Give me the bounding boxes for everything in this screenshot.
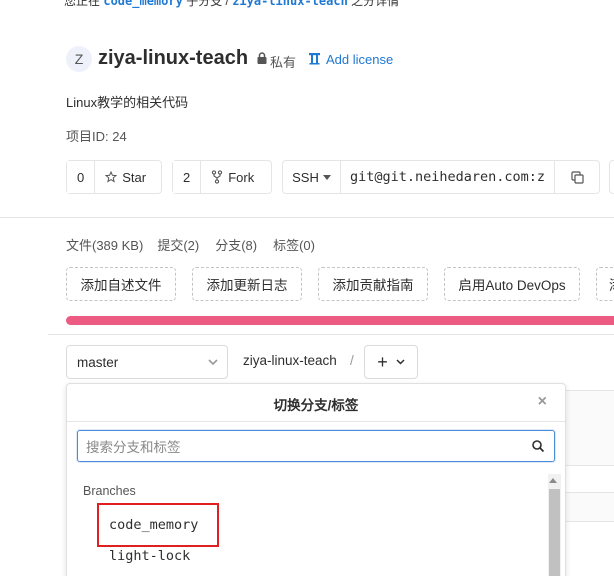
download-button[interactable] xyxy=(609,160,614,194)
divider xyxy=(0,217,614,218)
files-stat[interactable]: 文件(389 KB) xyxy=(66,235,143,254)
close-icon[interactable]: × xyxy=(538,393,547,411)
top-notice: 您正在 code_memory 子分支 / ziya-linux-teach 之… xyxy=(64,0,400,8)
copy-button[interactable] xyxy=(555,161,599,193)
caret-down-icon xyxy=(322,174,331,180)
more-action-button[interactable]: 添 xyxy=(596,267,614,301)
add-changelog-button[interactable]: 添加更新日志 xyxy=(192,267,302,301)
background-row xyxy=(564,492,614,522)
fork-group: 2 Fork xyxy=(172,160,272,194)
branches-section-label: Branches xyxy=(83,484,136,498)
plus-icon: + xyxy=(377,352,388,372)
commits-stat[interactable]: 提交(2) xyxy=(157,235,199,254)
branch-dropdown: 切换分支/标签 × 搜索分支和标签 Branches code_memory l… xyxy=(66,383,566,576)
search-icon xyxy=(532,440,545,453)
branches-stat[interactable]: 分支(8) xyxy=(215,235,257,254)
branch-select[interactable]: master xyxy=(66,345,228,379)
add-readme-button[interactable]: 添加自述文件 xyxy=(66,267,176,301)
divider xyxy=(48,334,614,335)
breadcrumb-project[interactable]: ziya-linux-teach xyxy=(243,353,337,368)
star-group: 0 Star xyxy=(66,160,162,194)
fork-button[interactable]: Fork xyxy=(201,161,264,193)
scale-icon xyxy=(309,53,320,65)
dropdown-title: 切换分支/标签 xyxy=(273,398,359,413)
protocol-dropdown[interactable]: SSH xyxy=(283,161,341,193)
tags-stat[interactable]: 标签(0) xyxy=(273,235,315,254)
scroll-up-icon[interactable] xyxy=(549,478,557,483)
fork-icon xyxy=(212,170,223,184)
divider xyxy=(67,421,565,422)
breadcrumb-separator: / xyxy=(350,353,354,368)
chevron-down-icon xyxy=(396,359,405,365)
clone-url-field[interactable]: git@git.neihedaren.com:z xyxy=(341,161,555,193)
visibility-label: 私有 xyxy=(270,55,297,70)
language-bar xyxy=(66,316,614,325)
branch-search-input[interactable]: 搜索分支和标签 xyxy=(77,430,555,462)
copy-icon xyxy=(570,170,584,184)
clone-group: SSH git@git.neihedaren.com:z xyxy=(282,160,600,194)
add-file-dropdown[interactable]: + xyxy=(364,345,418,379)
add-contributing-button[interactable]: 添加贡献指南 xyxy=(318,267,428,301)
highlight-box xyxy=(97,503,219,547)
fork-count[interactable]: 2 xyxy=(173,161,202,193)
add-license-link[interactable]: Add license xyxy=(326,52,393,67)
lock-icon xyxy=(257,52,267,64)
scrollbar-thumb[interactable] xyxy=(549,489,560,576)
project-stats: 文件(389 KB) 提交(2) 分支(8) 标签(0) xyxy=(66,235,315,254)
project-id: 项目ID: 24 xyxy=(66,129,127,144)
branch-item-light-lock[interactable]: light-lock xyxy=(109,548,190,564)
star-button[interactable]: Star xyxy=(95,161,156,193)
background-panel xyxy=(564,390,614,466)
project-description: Linux教学的相关代码 xyxy=(66,95,189,110)
project-avatar: Z xyxy=(66,46,92,72)
star-icon xyxy=(105,171,118,183)
star-count[interactable]: 0 xyxy=(67,161,96,193)
project-title[interactable]: ziya-linux-teach xyxy=(98,47,248,70)
chevron-down-icon xyxy=(208,359,218,366)
enable-autodevops-button[interactable]: 启用Auto DevOps xyxy=(444,267,580,301)
